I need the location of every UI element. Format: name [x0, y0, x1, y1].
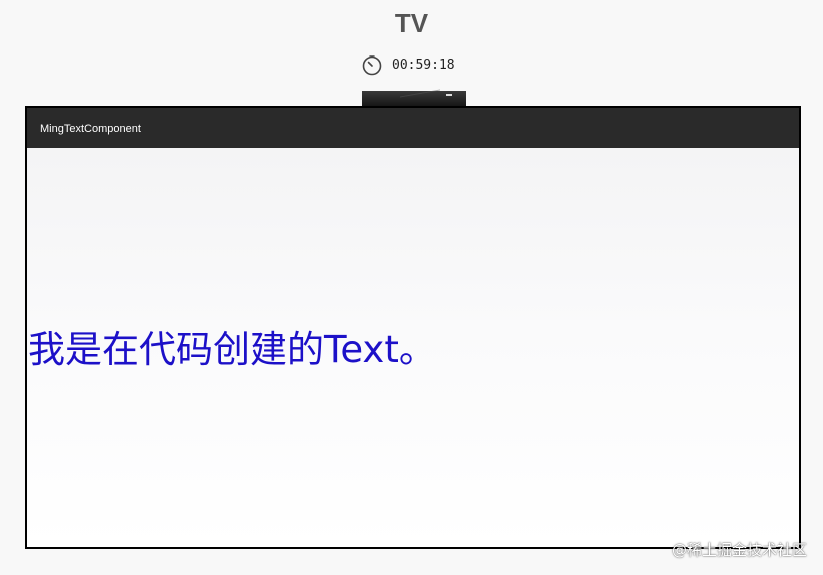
app-bar: MingTextComponent	[27, 108, 799, 148]
session-timer: 00:59:18	[361, 54, 455, 76]
app-title: MingTextComponent	[40, 123, 141, 135]
timer-text: 00:59:18	[392, 57, 455, 73]
tv-screen: MingTextComponent 我是在代码创建的Text。	[25, 106, 801, 549]
bezel-indicator	[446, 94, 452, 96]
watermark: @稀土掘金技术社区	[671, 541, 807, 559]
stopwatch-icon	[361, 54, 383, 76]
device-title: TV	[394, 8, 429, 38]
created-text-component: 我是在代码创建的Text。	[28, 328, 436, 371]
bezel-reflection	[400, 89, 440, 108]
